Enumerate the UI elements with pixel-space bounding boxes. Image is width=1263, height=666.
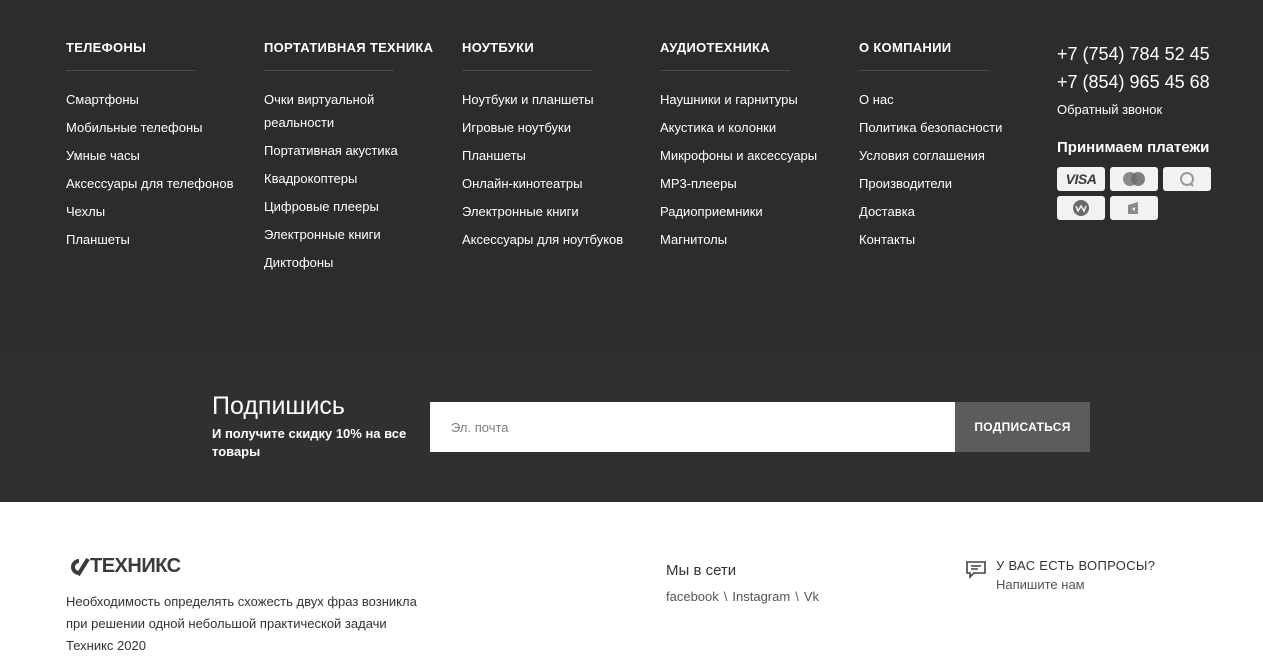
subscribe-button[interactable]: ПОДПИСАТЬСЯ	[955, 402, 1090, 452]
contacts-block: +7 (754) 784 52 45 +7 (854) 965 45 68 Об…	[1057, 40, 1247, 220]
link-ebooks[interactable]: Электронные книги	[264, 227, 381, 242]
column-laptops: НОУТБУКИ Ноутбуки и планшеты Игровые ноу…	[462, 40, 623, 256]
link-list: О нас Политика безопасности Условия согл…	[859, 88, 1002, 251]
link-manufacturers[interactable]: Производители	[859, 176, 952, 191]
link-mp3-players[interactable]: MP3-плееры	[660, 176, 737, 191]
vk-link[interactable]: Vk	[804, 589, 819, 604]
about-text: Необходимость определять схожесть двух ф…	[66, 591, 486, 657]
column-title: О КОМПАНИИ	[859, 40, 952, 55]
link-list: Очки виртуальной реальности Портативная …	[264, 88, 404, 274]
footer-top: ТЕЛЕФОНЫ Смартфоны Мобильные телефоны Ум…	[0, 0, 1263, 352]
link-portable-audio[interactable]: Портативная акустика	[264, 143, 398, 158]
column-portable: ПОРТАТИВНАЯ ТЕХНИКА Очки виртуальной реа…	[264, 40, 433, 279]
link-speakers[interactable]: Акустика и колонки	[660, 120, 776, 135]
link-online-cinemas[interactable]: Онлайн-кинотеатры	[462, 176, 582, 191]
phone-link-1[interactable]: +7 (754) 784 52 45	[1057, 40, 1247, 68]
about-line-1: Необходимость определять схожесть двух ф…	[66, 594, 417, 609]
separator: \	[723, 589, 728, 604]
link-gaming-laptops[interactable]: Игровые ноутбуки	[462, 120, 571, 135]
link-list: Наушники и гарнитуры Акустика и колонки …	[660, 88, 817, 251]
column-company: О КОМПАНИИ О нас Политика безопасности У…	[859, 40, 1002, 256]
link-delivery[interactable]: Доставка	[859, 204, 915, 219]
column-audio: АУДИОТЕХНИКА Наушники и гарнитуры Акусти…	[660, 40, 817, 256]
email-input[interactable]	[430, 402, 956, 452]
link-smartphones[interactable]: Смартфоны	[66, 92, 139, 107]
link-list: Смартфоны Мобильные телефоны Умные часы …	[66, 88, 234, 251]
link-cases[interactable]: Чехлы	[66, 204, 105, 219]
visa-icon: VISA	[1057, 167, 1105, 191]
link-drones[interactable]: Квадрокоптеры	[264, 171, 357, 186]
qiwi-icon	[1163, 167, 1211, 191]
facebook-link[interactable]: facebook	[666, 589, 719, 604]
subscribe-title: Подпишись	[212, 392, 345, 420]
link-car-radios[interactable]: Магнитолы	[660, 232, 727, 247]
divider	[462, 70, 592, 71]
social-title: Мы в сети	[666, 562, 737, 579]
divider	[859, 70, 989, 71]
write-us-link[interactable]: Напишите нам	[996, 577, 1085, 592]
column-phones: ТЕЛЕФОНЫ Смартфоны Мобильные телефоны Ум…	[66, 40, 234, 256]
social-links: facebook \ Instagram \ Vk	[666, 589, 819, 604]
callback-link[interactable]: Обратный звонок	[1057, 102, 1247, 117]
payments-title: Принимаем платежи	[1057, 139, 1210, 156]
questions-title: У ВАС ЕСТЬ ВОПРОСЫ?	[996, 558, 1156, 573]
chat-icon	[966, 561, 986, 579]
link-tablets[interactable]: Планшеты	[66, 232, 130, 247]
link-microphones[interactable]: Микрофоны и аксессуары	[660, 148, 817, 163]
divider	[66, 70, 196, 71]
link-radios[interactable]: Радиоприемники	[660, 204, 763, 219]
link-ebooks[interactable]: Электронные книги	[462, 204, 579, 219]
column-title: АУДИОТЕХНИКА	[660, 40, 770, 55]
logo[interactable]: ТЕХНИКС	[66, 555, 181, 578]
footer-bottom: ТЕХНИКС Необходимость определять схожест…	[0, 502, 1263, 666]
link-vr-glasses[interactable]: Очки виртуальной реальности	[264, 92, 374, 130]
instagram-link[interactable]: Instagram	[732, 589, 790, 604]
link-tablets[interactable]: Планшеты	[462, 148, 526, 163]
link-privacy[interactable]: Политика безопасности	[859, 120, 1002, 135]
link-mobile-phones[interactable]: Мобильные телефоны	[66, 120, 203, 135]
yandex-money-icon	[1110, 196, 1158, 220]
subscribe-section: Подпишись И получите скидку 10% на все т…	[0, 352, 1263, 502]
subscribe-subtitle: И получите скидку 10% на все товары	[212, 426, 407, 459]
phone-link-2[interactable]: +7 (854) 965 45 68	[1057, 68, 1247, 96]
copyright: Техникс 2020	[66, 638, 146, 653]
link-digital-players[interactable]: Цифровые плееры	[264, 199, 379, 214]
link-about[interactable]: О нас	[859, 92, 894, 107]
payments-grid: VISA	[1057, 167, 1247, 220]
divider	[660, 70, 790, 71]
column-title: НОУТБУКИ	[462, 40, 534, 55]
link-laptop-accessories[interactable]: Аксессуары для ноутбуков	[462, 232, 623, 247]
link-contacts[interactable]: Контакты	[859, 232, 915, 247]
webmoney-icon	[1057, 196, 1105, 220]
mastercard-icon	[1110, 167, 1158, 191]
link-terms[interactable]: Условия соглашения	[859, 148, 985, 163]
divider	[264, 70, 394, 71]
logo-mark-icon	[71, 557, 90, 576]
link-laptops-tablets[interactable]: Ноутбуки и планшеты	[462, 92, 594, 107]
link-list: Ноутбуки и планшеты Игровые ноутбуки Пла…	[462, 88, 623, 251]
separator: \	[795, 589, 799, 604]
visa-label: VISA	[1065, 171, 1097, 187]
logo-text: ТЕХНИКС	[90, 555, 181, 577]
link-phone-accessories[interactable]: Аксессуары для телефонов	[66, 176, 234, 191]
about-line-2: при решении одной небольшой практической…	[66, 616, 387, 631]
column-title: ТЕЛЕФОНЫ	[66, 40, 147, 55]
link-smart-watches[interactable]: Умные часы	[66, 148, 140, 163]
link-headphones[interactable]: Наушники и гарнитуры	[660, 92, 798, 107]
column-title: ПОРТАТИВНАЯ ТЕХНИКА	[264, 40, 434, 55]
link-recorders[interactable]: Диктофоны	[264, 255, 333, 270]
